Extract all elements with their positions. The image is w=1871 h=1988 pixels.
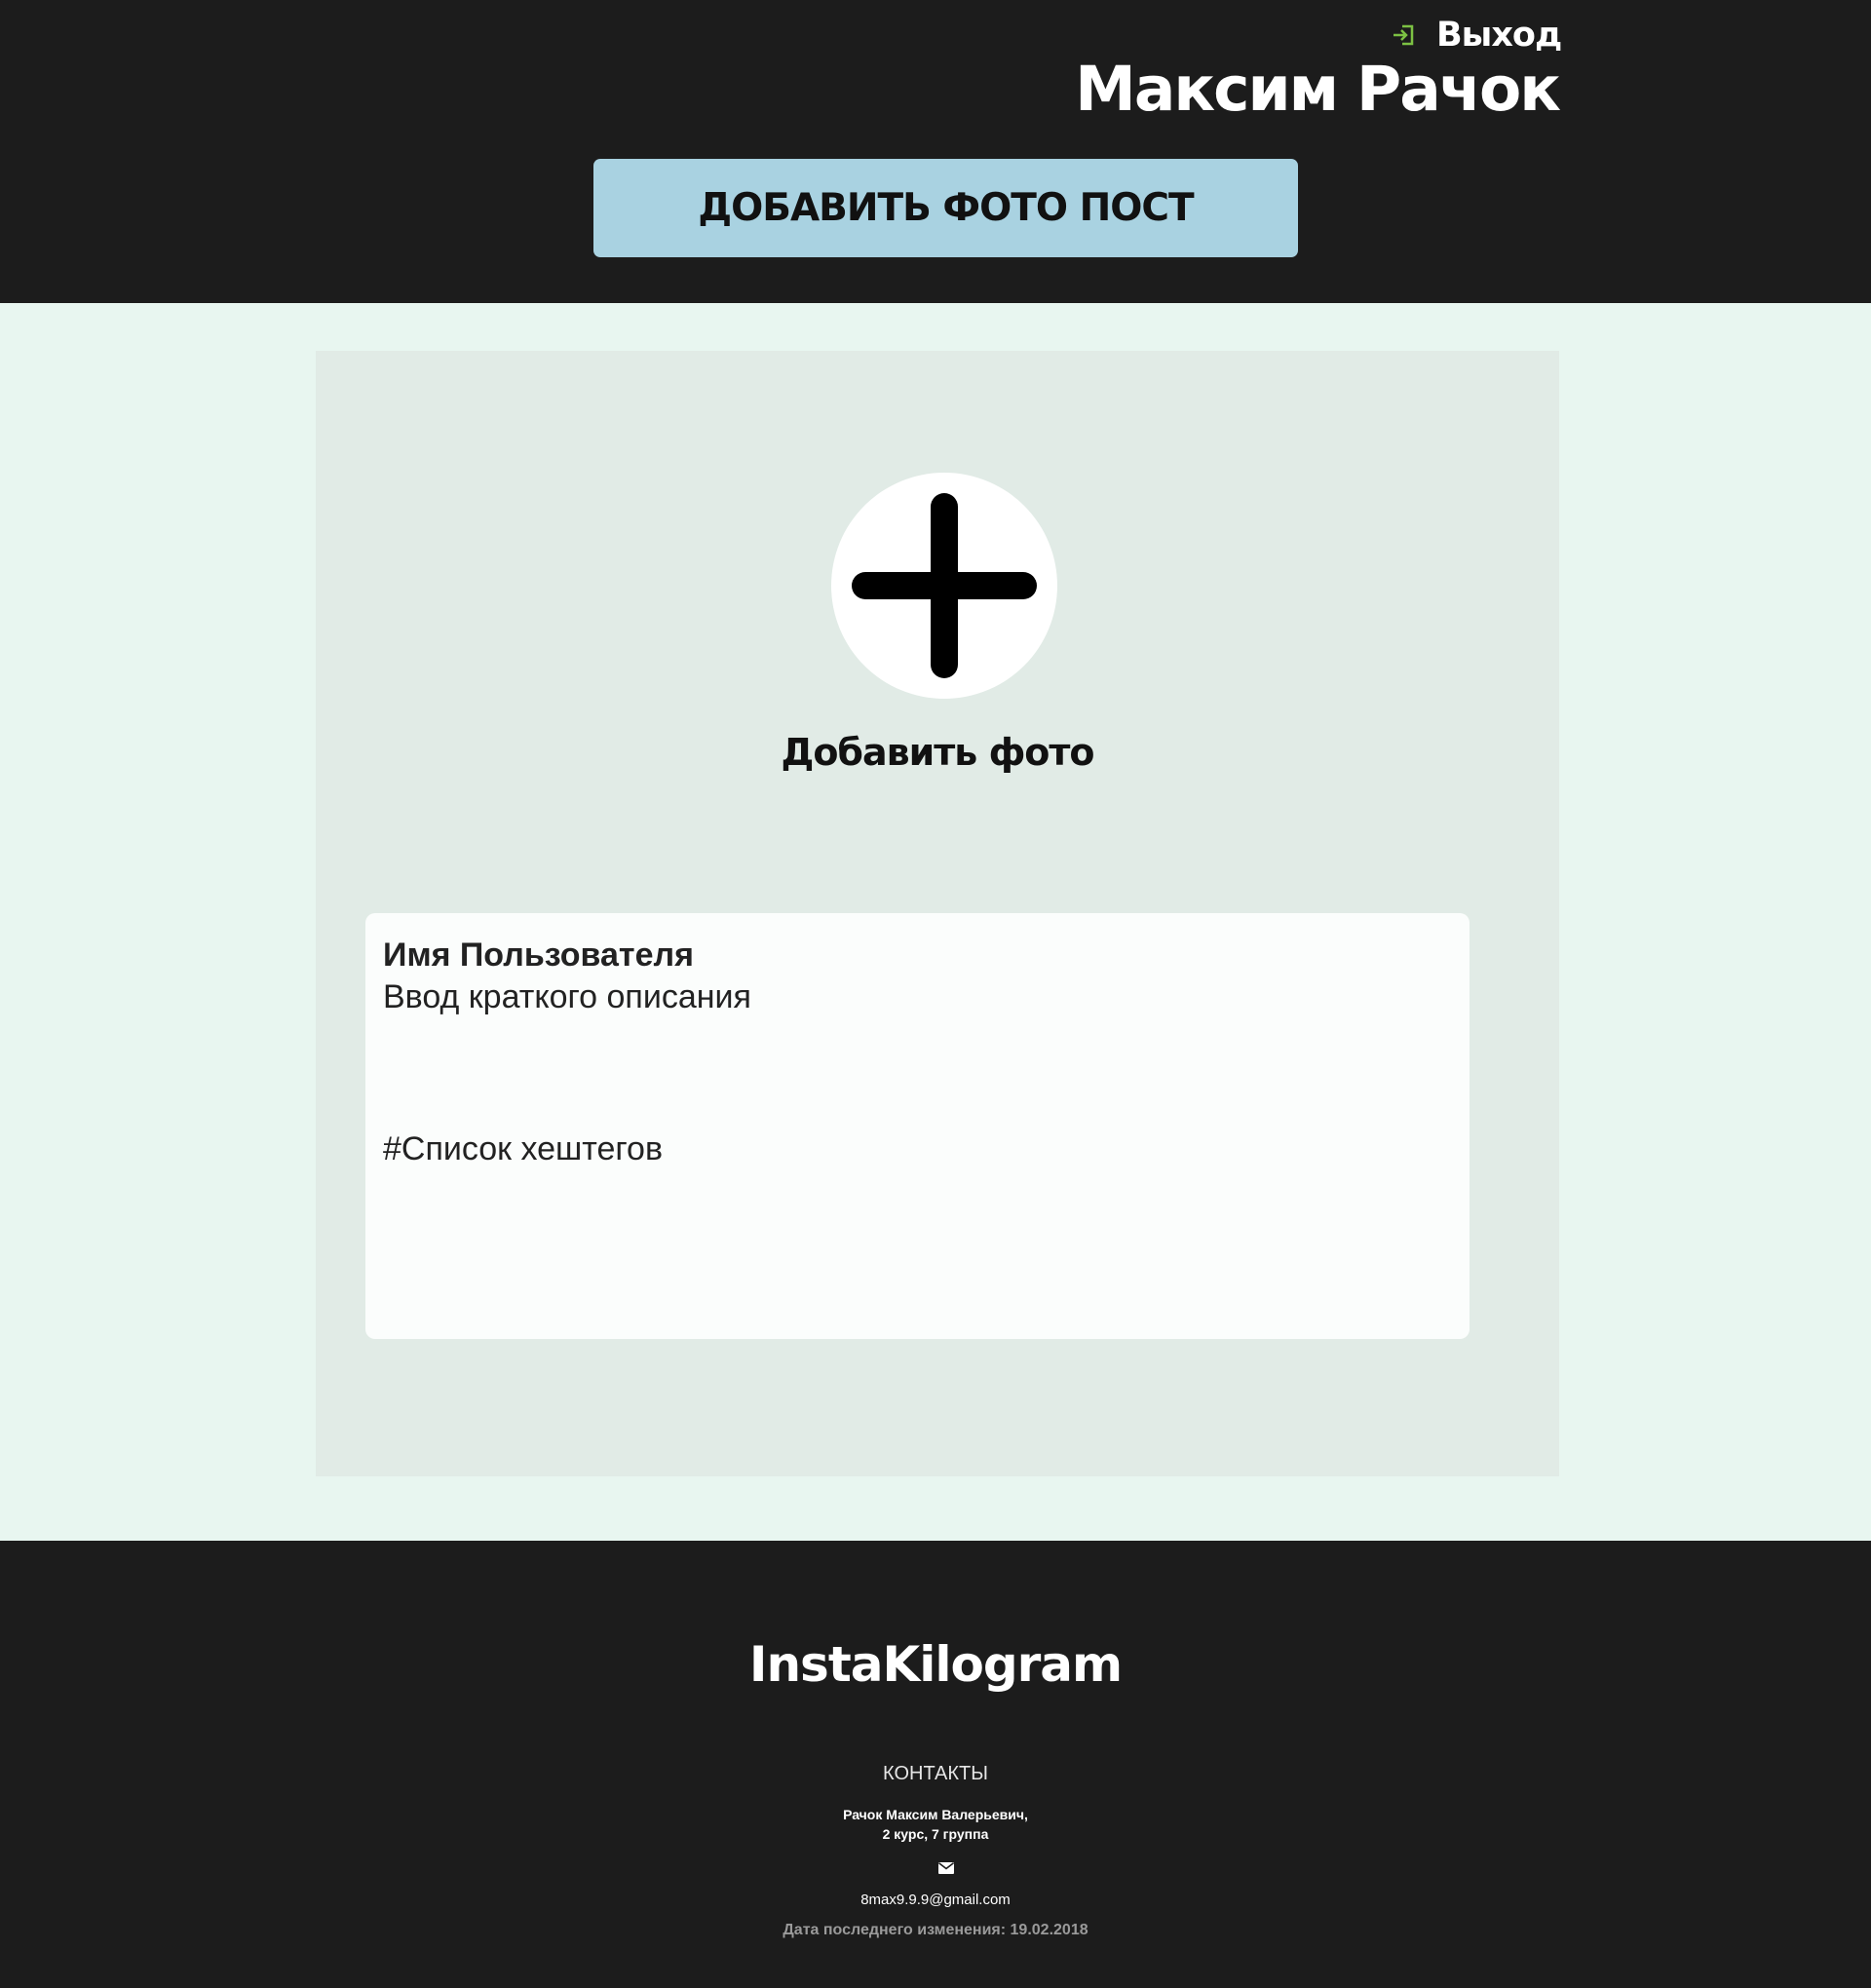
logout-label: Выход [1436,16,1562,55]
header: Выход Максим Рачок ДОБАВИТЬ ФОТО ПОСТ [0,0,1871,303]
username-field[interactable]: Имя Пользователя [383,937,694,975]
hashtags-field[interactable]: #Список хештегов [383,1130,663,1168]
last-modified: Дата последнего изменения: 19.02.2018 [783,1922,1088,1938]
contact-name: Рачок Максим Валерьевич, 2 курс, 7 групп… [0,1805,1871,1844]
plus-icon [852,493,1037,678]
description-field[interactable]: Ввод краткого описания [383,978,751,1016]
user-name: Максим Рачок [1075,54,1561,125]
post-details-card[interactable]: Имя Пользователя Ввод краткого описания … [365,913,1470,1339]
new-post-panel: Добавить фото Имя Пользователя Ввод крат… [316,351,1559,1476]
contact-name-line1: Рачок Максим Валерьевич, [843,1807,1028,1822]
mail-icon [938,1862,954,1874]
add-photo-post-button[interactable]: ДОБАВИТЬ ФОТО ПОСТ [593,159,1298,257]
contact-email[interactable]: 8max9.9.9@gmail.com [0,1892,1871,1908]
logout-icon [1394,24,1414,46]
add-photo-label[interactable]: Добавить фото [316,731,1559,774]
brand-logo: InstaKilogram [748,1636,1123,1693]
footer: InstaKilogram КОНТАКТЫ Рачок Максим Вале… [0,1541,1871,1988]
add-photo-button[interactable] [831,473,1057,699]
contact-name-line2: 2 курс, 7 группа [882,1826,989,1842]
contacts-title: КОНТАКТЫ [883,1763,988,1784]
